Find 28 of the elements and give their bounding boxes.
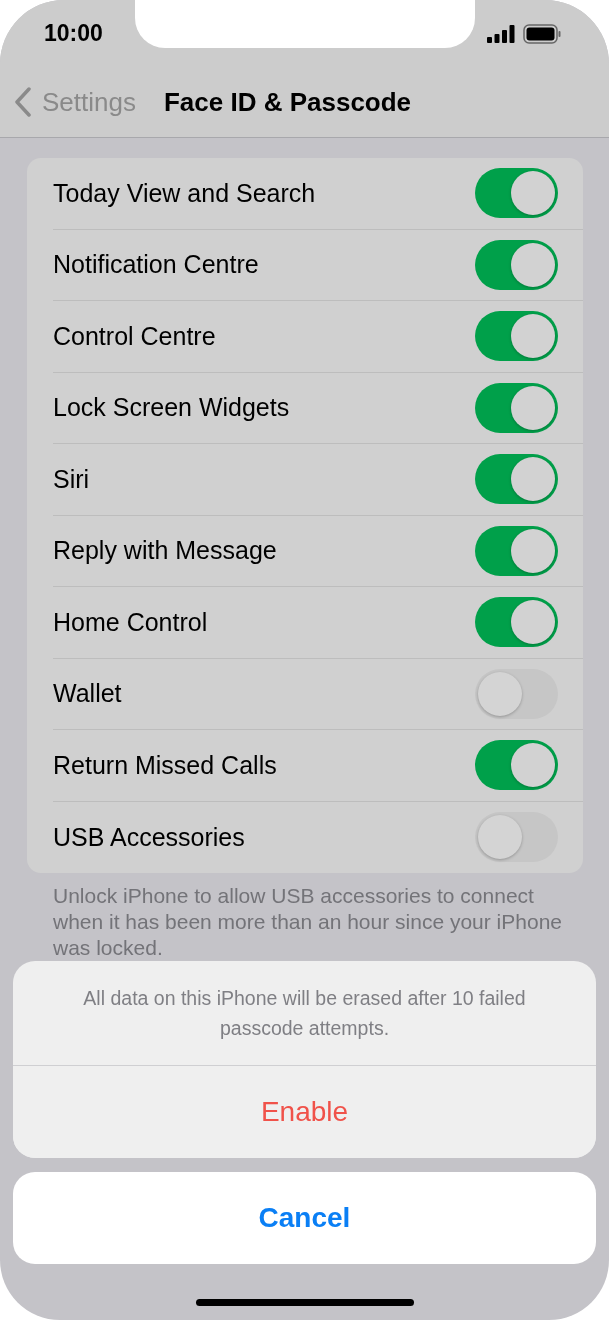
signal-icon [487, 24, 515, 43]
toggle-switch[interactable] [475, 454, 558, 505]
setting-label: Home Control [53, 608, 208, 637]
toggle-switch[interactable] [475, 383, 558, 433]
toggle-switch[interactable] [475, 597, 558, 648]
toggle-switch[interactable] [475, 168, 558, 219]
setting-label: Notification Centre [53, 250, 259, 280]
toggle-switch[interactable] [475, 526, 558, 576]
setting-label: Lock Screen Widgets [53, 393, 290, 423]
setting-label: Today View and Search [53, 179, 316, 208]
battery-icon [523, 23, 561, 44]
page-title: Face ID & Passcode [163, 86, 412, 118]
setting-label: Wallet [53, 679, 122, 709]
setting-label: Return Missed Calls [53, 751, 277, 780]
setting-label: Siri [53, 465, 90, 494]
toggle-switch[interactable] [475, 740, 558, 791]
toggle-switch[interactable] [475, 311, 558, 362]
toggle-switch[interactable] [475, 812, 558, 863]
setting-label: USB Accessories [53, 823, 245, 852]
footer-note: Unlock iPhone to allow USB accessories to connect when it has been more than an hour since your iPhone was locked. [53, 883, 563, 962]
setting-label: Control Centre [53, 322, 216, 351]
status-time: 10:00 [44, 20, 103, 48]
cancel-button[interactable]: Cancel [13, 1172, 596, 1265]
toggle-switch[interactable] [475, 240, 558, 290]
chevron-left-icon [14, 87, 32, 118]
back-button[interactable]: Settings [14, 86, 136, 118]
setting-label: Reply with Message [53, 536, 277, 566]
toggle-switch[interactable] [475, 669, 558, 719]
